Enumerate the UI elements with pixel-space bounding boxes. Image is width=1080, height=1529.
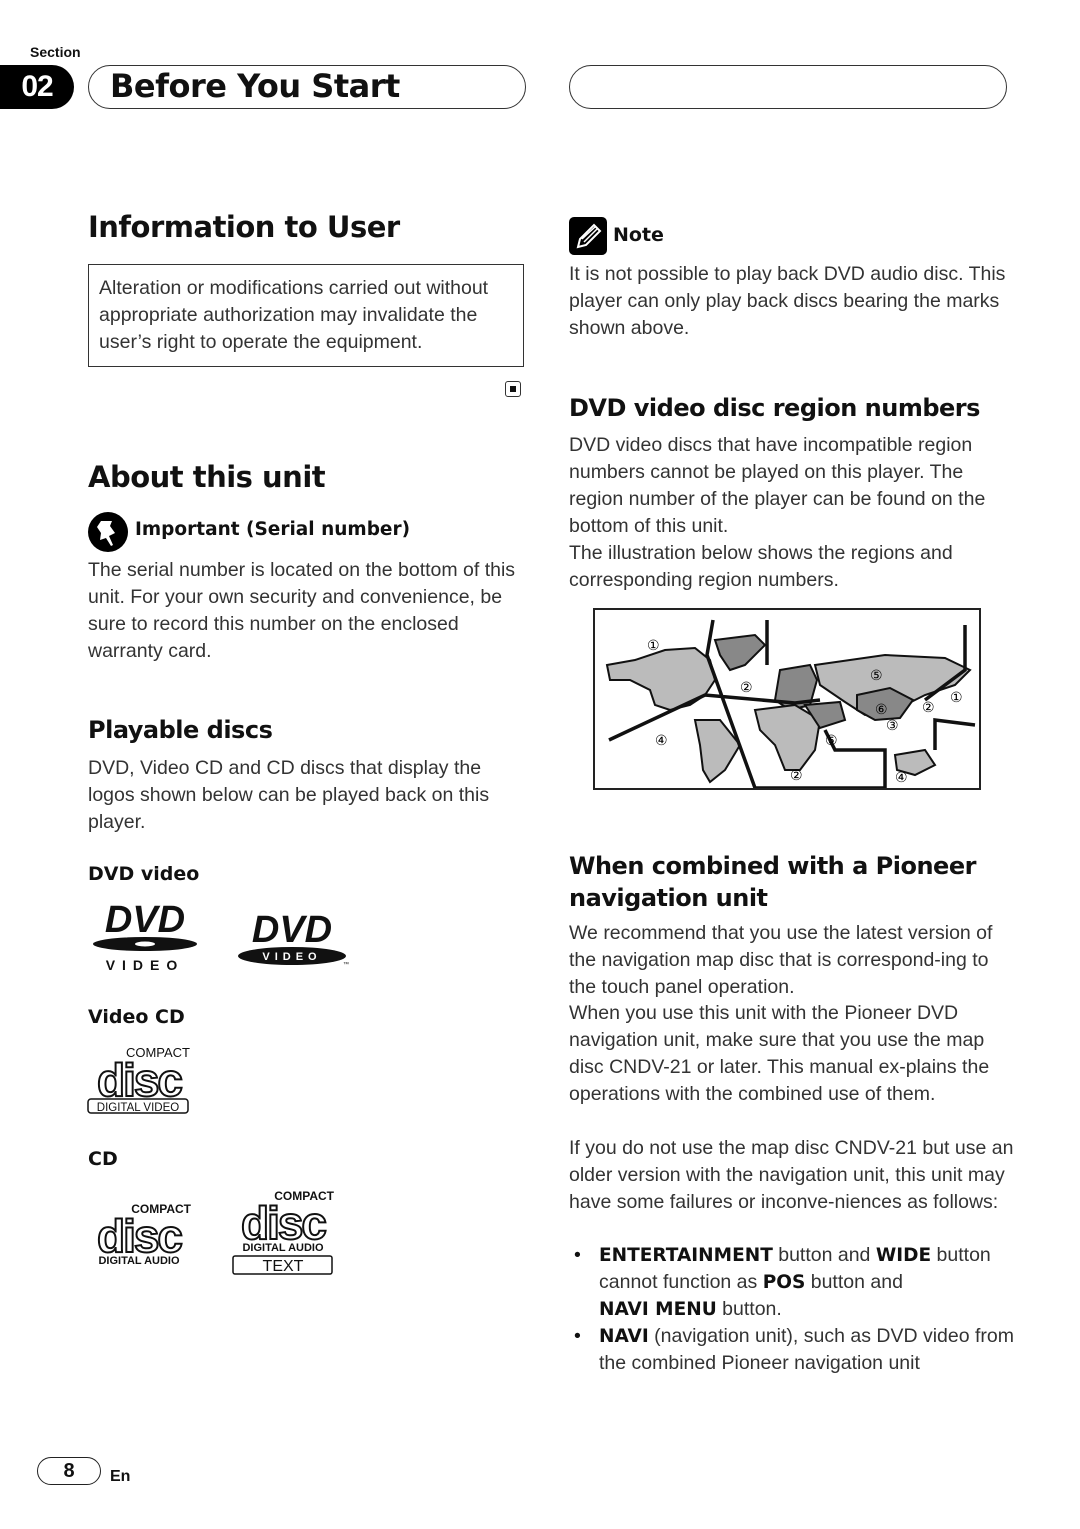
- map-north-america: [605, 646, 717, 712]
- section-label: Section: [30, 44, 81, 60]
- language-code: En: [110, 1468, 131, 1485]
- playable-text: DVD, Video CD and CD discs that display …: [88, 757, 490, 833]
- svg-text:⑤: ⑤: [870, 667, 883, 683]
- info-heading: Information to User: [88, 210, 400, 244]
- svg-text:②: ②: [740, 679, 753, 695]
- dvd-video-label: DVD video: [88, 863, 200, 885]
- compact-disc-digital-video-logo: COMPACT disc DIGITAL VIDEO: [86, 1044, 192, 1116]
- compact-disc-digital-audio-text-logo: COMPACT disc DIGITAL AUDIO TEXT: [230, 1187, 338, 1279]
- keyword-wide: WIDE: [875, 1245, 932, 1266]
- failure-item: NAVI (navigation unit), such as DVD vide…: [569, 1323, 1014, 1377]
- notice-box: Alteration or modifications carried out …: [88, 264, 524, 367]
- dvd-video-logo-alt: DVD VIDEO ™: [236, 908, 351, 968]
- svg-text:③: ③: [886, 717, 899, 733]
- compact-disc-digital-audio-logo: COMPACT disc DIGITAL AUDIO: [86, 1200, 194, 1270]
- video-cd-label: Video CD: [88, 1006, 185, 1028]
- map-greenland: [713, 633, 767, 672]
- svg-text:④: ④: [895, 769, 908, 785]
- svg-text:⑤: ⑤: [825, 732, 838, 748]
- page-number: 8: [37, 1457, 101, 1485]
- note-label: Note: [613, 224, 664, 246]
- svg-text:TEXT: TEXT: [263, 1258, 304, 1275]
- section-title: Before You Start: [110, 67, 400, 105]
- keyword-entertainment: ENTERTAINMENT: [599, 1245, 773, 1266]
- region-heading: DVD video disc region numbers: [569, 394, 980, 422]
- header-right-frame: [569, 65, 1007, 109]
- pencil-note-icon: [569, 217, 607, 255]
- region-text-2: The illustration below shows the regions…: [569, 542, 953, 591]
- svg-text:DVD: DVD: [252, 909, 332, 951]
- svg-text:VIDEO: VIDEO: [262, 951, 321, 963]
- keyword-pos: POS: [762, 1272, 806, 1293]
- section-number-badge: 02: [0, 65, 74, 109]
- region-map: ① ② ④ ② ⑤ ⑤ ⑥ ③ ② ① ④: [593, 608, 981, 790]
- note-text: It is not possible to play back DVD audi…: [569, 263, 1006, 339]
- svg-text:①: ①: [647, 637, 660, 653]
- notice-text: Alteration or modifications carried out …: [99, 277, 489, 353]
- combined-heading: When combined with a Pioneer navigation …: [569, 852, 976, 912]
- failure-item: ENTERTAINMENT button and WIDE button can…: [569, 1242, 1014, 1323]
- important-text: The serial number is located on the bott…: [88, 559, 516, 662]
- important-label: Important (Serial number): [135, 519, 411, 540]
- combined-text-2: When you use this unit with the Pioneer …: [569, 1002, 990, 1105]
- svg-text:②: ②: [790, 767, 803, 783]
- pushpin-icon: [88, 512, 128, 552]
- svg-text:②: ②: [922, 699, 935, 715]
- dvd-video-logo: DVD VIDEO: [88, 899, 203, 975]
- playable-heading: Playable discs: [88, 716, 273, 744]
- region-text-1: DVD video discs that have incompatible r…: [569, 434, 986, 537]
- svg-text:disc: disc: [97, 1054, 182, 1106]
- about-heading: About this unit: [88, 460, 326, 494]
- svg-text:⑥: ⑥: [875, 701, 888, 717]
- svg-text:DIGITAL AUDIO: DIGITAL AUDIO: [98, 1255, 180, 1267]
- svg-text:DIGITAL VIDEO: DIGITAL VIDEO: [97, 1102, 179, 1114]
- keyword-navi: NAVI: [599, 1326, 649, 1347]
- svg-text:DIGITAL AUDIO: DIGITAL AUDIO: [242, 1242, 324, 1254]
- svg-text:™: ™: [343, 961, 349, 968]
- cd-label: CD: [88, 1148, 118, 1170]
- dvd-logo-sub: VIDEO: [106, 957, 185, 973]
- end-of-section-icon: [505, 381, 521, 397]
- dvd-logo-text: DVD: [105, 900, 185, 941]
- svg-text:④: ④: [655, 732, 668, 748]
- svg-text:①: ①: [950, 689, 963, 705]
- combined-text-3: If you do not use the map disc CNDV-21 b…: [569, 1137, 1014, 1213]
- keyword-navi-menu: NAVI MENU: [599, 1299, 717, 1320]
- failure-list: ENTERTAINMENT button and WIDE button can…: [569, 1242, 1014, 1377]
- combined-text-1: We recommend that you use the latest ver…: [569, 922, 993, 998]
